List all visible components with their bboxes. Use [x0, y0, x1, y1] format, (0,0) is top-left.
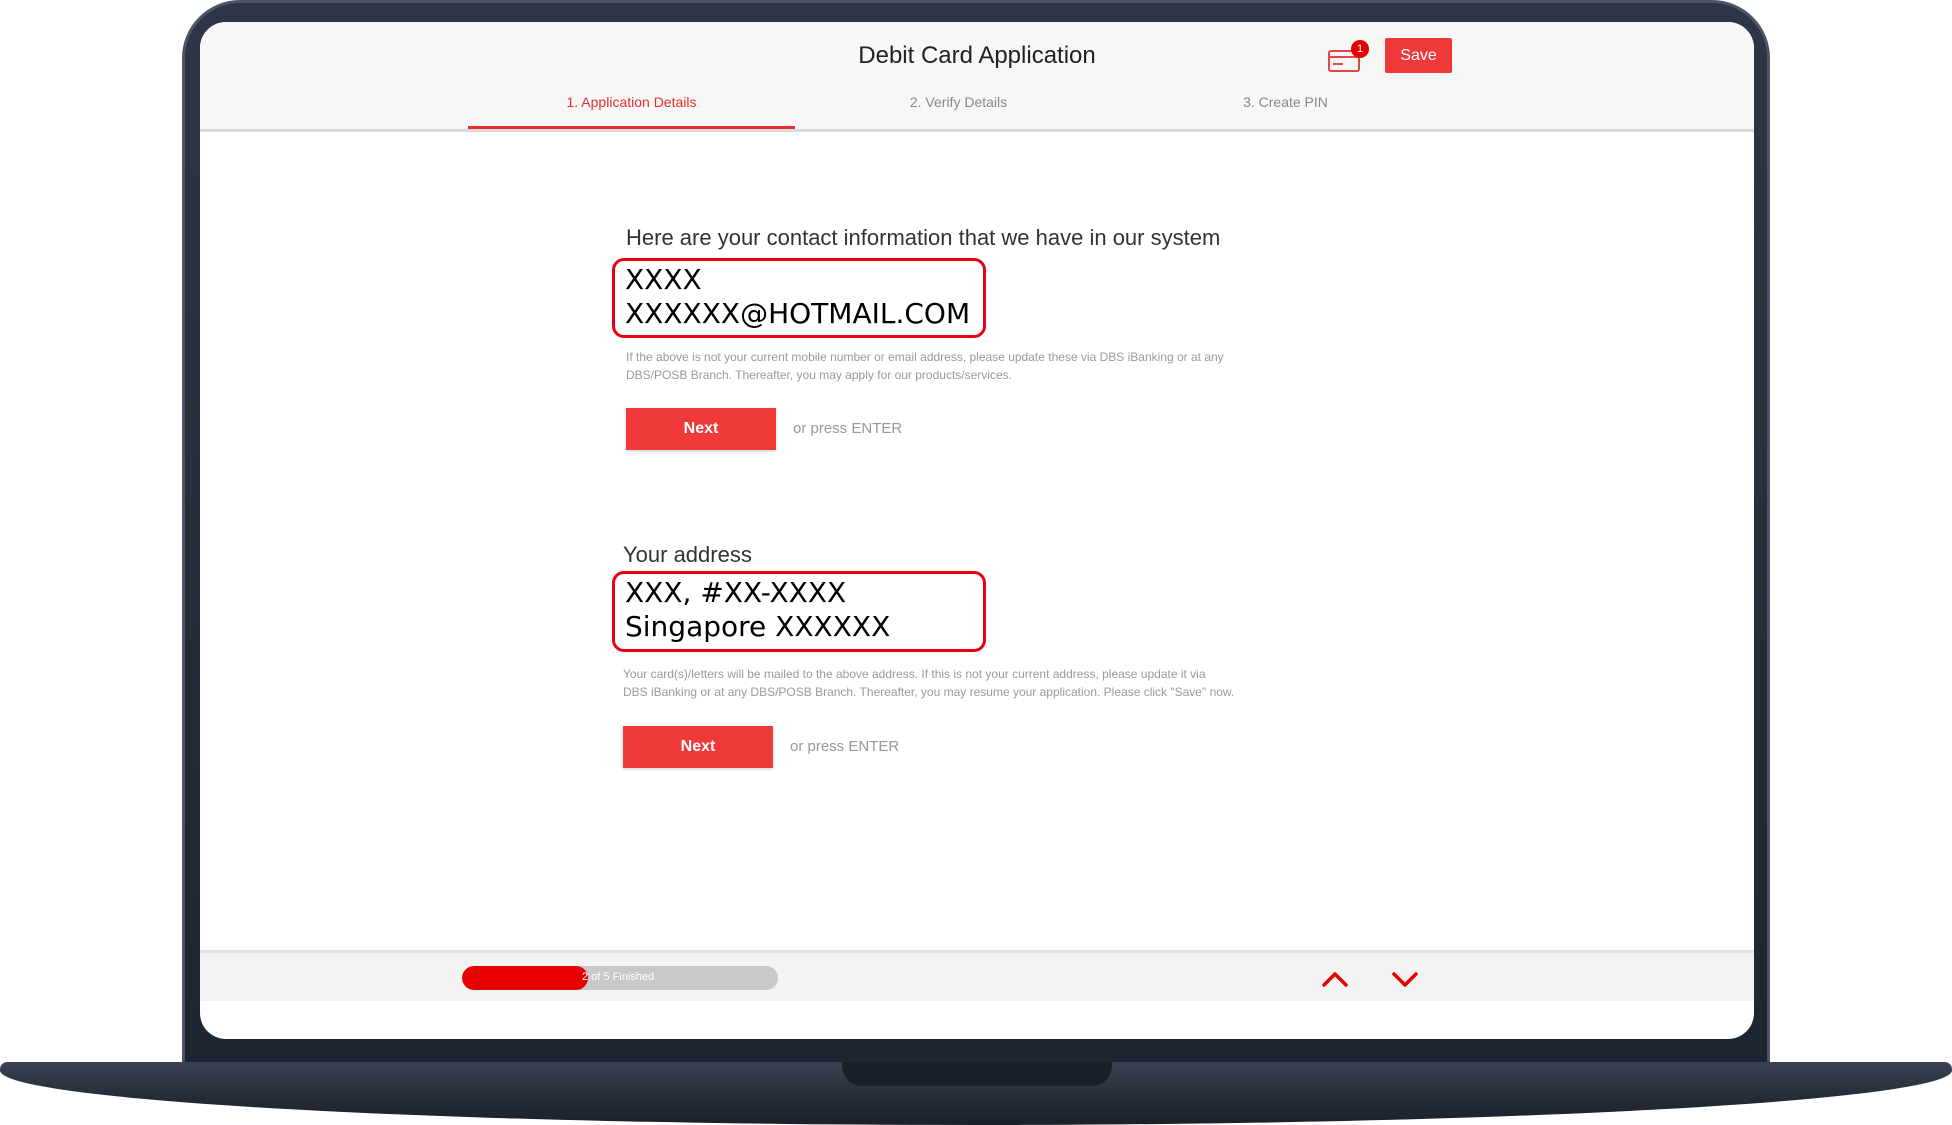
contact-heading: Here are your contact information that w…	[626, 225, 1221, 250]
contact-next-button[interactable]: Next	[626, 408, 776, 450]
tab-application-details[interactable]: 1. Application Details	[468, 88, 795, 129]
address-line-1: XXX, #XX-XXXX	[625, 576, 847, 609]
notification-badge: 1	[1351, 40, 1369, 58]
laptop-notch	[842, 1062, 1112, 1086]
page-title: Debit Card Application	[858, 42, 1096, 69]
address-heading: Your address	[623, 542, 752, 567]
footer-bar: 2 of 5 Finished	[200, 950, 1754, 1001]
progress-bar: 2 of 5 Finished	[462, 966, 778, 990]
save-button[interactable]: Save	[1385, 38, 1452, 73]
address-next-button[interactable]: Next	[623, 726, 773, 768]
contact-help-text: If the above is not your current mobile …	[626, 348, 1286, 384]
address-help-line-2: DBS iBanking or at any DBS/POSB Branch. …	[623, 685, 1235, 699]
address-help-text: Your card(s)/letters will be mailed to t…	[623, 665, 1283, 701]
contact-help-line-1: If the above is not your current mobile …	[626, 350, 1224, 364]
address-info-box: XXX, #XX-XXXX Singapore XXXXXX	[612, 571, 986, 652]
progress-label: 2 of 5 Finished	[582, 971, 655, 983]
contact-mobile: XXXX	[625, 263, 702, 296]
address-line-2: Singapore XXXXXX	[625, 610, 891, 643]
app-header: Debit Card Application 1 Save 1. Applica…	[200, 22, 1754, 132]
tab-create-pin[interactable]: 3. Create PIN	[1122, 88, 1449, 129]
tab-verify-details[interactable]: 2. Verify Details	[795, 88, 1122, 129]
address-enter-hint: or press ENTER	[790, 738, 900, 755]
progress-fill	[462, 966, 589, 990]
contact-enter-hint: or press ENTER	[793, 420, 903, 437]
address-help-line-1: Your card(s)/letters will be mailed to t…	[623, 667, 1206, 681]
chevron-up-icon[interactable]	[1320, 969, 1350, 989]
app-screen: Debit Card Application 1 Save 1. Applica…	[200, 22, 1754, 1039]
chevron-down-icon[interactable]	[1390, 969, 1420, 989]
contact-info-box: XXXX XXXXXX@HOTMAIL.COM	[612, 258, 986, 338]
contact-help-line-2: DBS/POSB Branch. Thereafter, you may app…	[626, 368, 1012, 382]
contact-email: XXXXXX@HOTMAIL.COM	[625, 297, 971, 330]
